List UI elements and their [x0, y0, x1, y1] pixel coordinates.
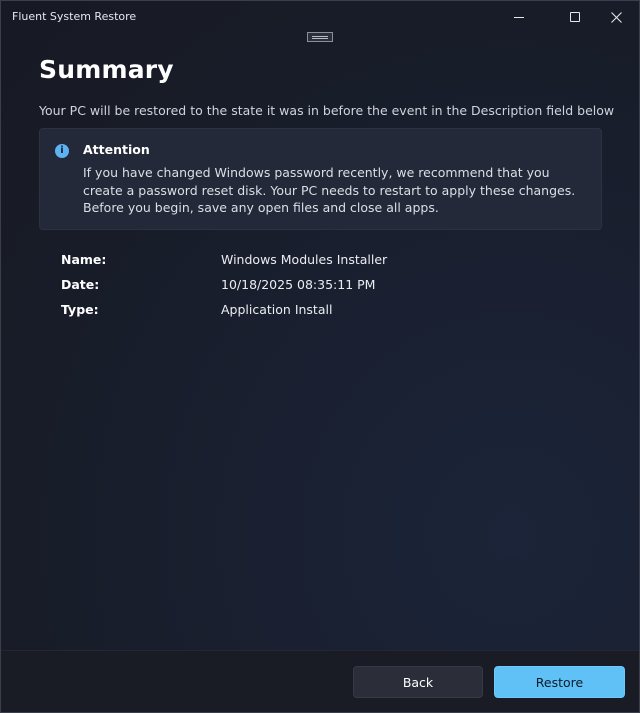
app-window: Fluent System Restore Summary Your PC wi…	[0, 0, 640, 713]
minimize-icon	[514, 16, 524, 18]
type-label: Type:	[61, 302, 99, 317]
info-icon: i	[55, 144, 69, 158]
name-label: Name:	[61, 252, 107, 267]
maximize-icon	[570, 12, 580, 22]
infobar-message: If you have changed Windows password rec…	[83, 165, 576, 215]
close-button[interactable]	[593, 1, 639, 33]
minimize-button[interactable]	[496, 1, 542, 33]
back-button[interactable]: Back	[353, 666, 483, 698]
maximize-button[interactable]	[552, 1, 598, 33]
page-subtitle: Your PC will be restored to the state it…	[39, 103, 615, 118]
name-value: Windows Modules Installer	[221, 252, 388, 267]
date-label: Date:	[61, 277, 100, 292]
attention-infobar: i Attention If you have changed Windows …	[39, 128, 602, 230]
page-title: Summary	[39, 55, 174, 84]
dialog-footer: Back Restore	[1, 650, 639, 712]
title-bar[interactable]: Fluent System Restore	[1, 1, 639, 33]
close-icon	[610, 11, 622, 23]
grip-icon	[312, 35, 328, 39]
infobar-title: Attention	[83, 142, 150, 157]
drag-handle[interactable]	[307, 32, 333, 42]
restore-button[interactable]: Restore	[494, 666, 625, 698]
window-title: Fluent System Restore	[12, 10, 137, 23]
type-value: Application Install	[221, 302, 333, 317]
date-value: 10/18/2025 08:35:11 PM	[221, 277, 376, 292]
